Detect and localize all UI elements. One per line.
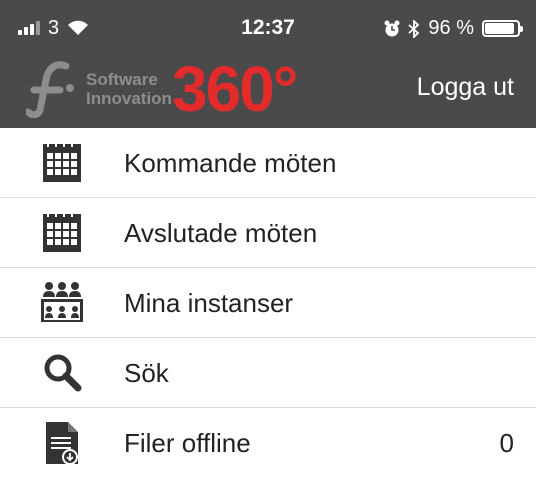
- menu-item-label: Avslutade möten: [124, 218, 318, 248]
- main-menu: Kommande möten Avslutade möten Mina inst…: [0, 128, 536, 478]
- logo-f-icon: [26, 61, 74, 118]
- app-logo: Software Innovation 360°: [26, 54, 326, 124]
- meeting-group-icon: [41, 282, 83, 322]
- menu-item-offline-files[interactable]: Filer offline 0: [0, 408, 536, 478]
- logo-line-1: Software: [86, 70, 158, 89]
- menu-item-label: Kommande möten: [124, 148, 337, 178]
- menu-item-label: Sök: [124, 358, 169, 388]
- menu-item-my-instances[interactable]: Mina instanser: [0, 268, 536, 338]
- status-bar: 3 12:37 96 %: [0, 0, 536, 56]
- offline-files-count: 0: [499, 428, 514, 458]
- bluetooth-icon: [408, 19, 420, 38]
- logout-button[interactable]: Logga ut: [417, 72, 514, 102]
- menu-item-search[interactable]: Sök: [0, 338, 536, 408]
- menu-item-upcoming-meetings[interactable]: Kommande möten: [0, 128, 536, 198]
- menu-item-label: Filer offline: [124, 428, 251, 458]
- battery-icon: [482, 20, 523, 37]
- alarm-icon: [384, 20, 400, 36]
- logo-product: 360°: [172, 53, 298, 125]
- calendar-icon: [43, 212, 81, 252]
- menu-item-completed-meetings[interactable]: Avslutade möten: [0, 198, 536, 268]
- calendar-icon: [43, 142, 81, 182]
- battery-percent: 96 %: [428, 17, 474, 39]
- offline-file-icon: [46, 422, 78, 465]
- logo-line-2: Innovation: [86, 89, 172, 108]
- app-header: 3 12:37 96 % Software Innovation 360° Lo…: [0, 0, 536, 128]
- menu-item-label: Mina instanser: [124, 288, 294, 318]
- search-icon: [44, 354, 82, 392]
